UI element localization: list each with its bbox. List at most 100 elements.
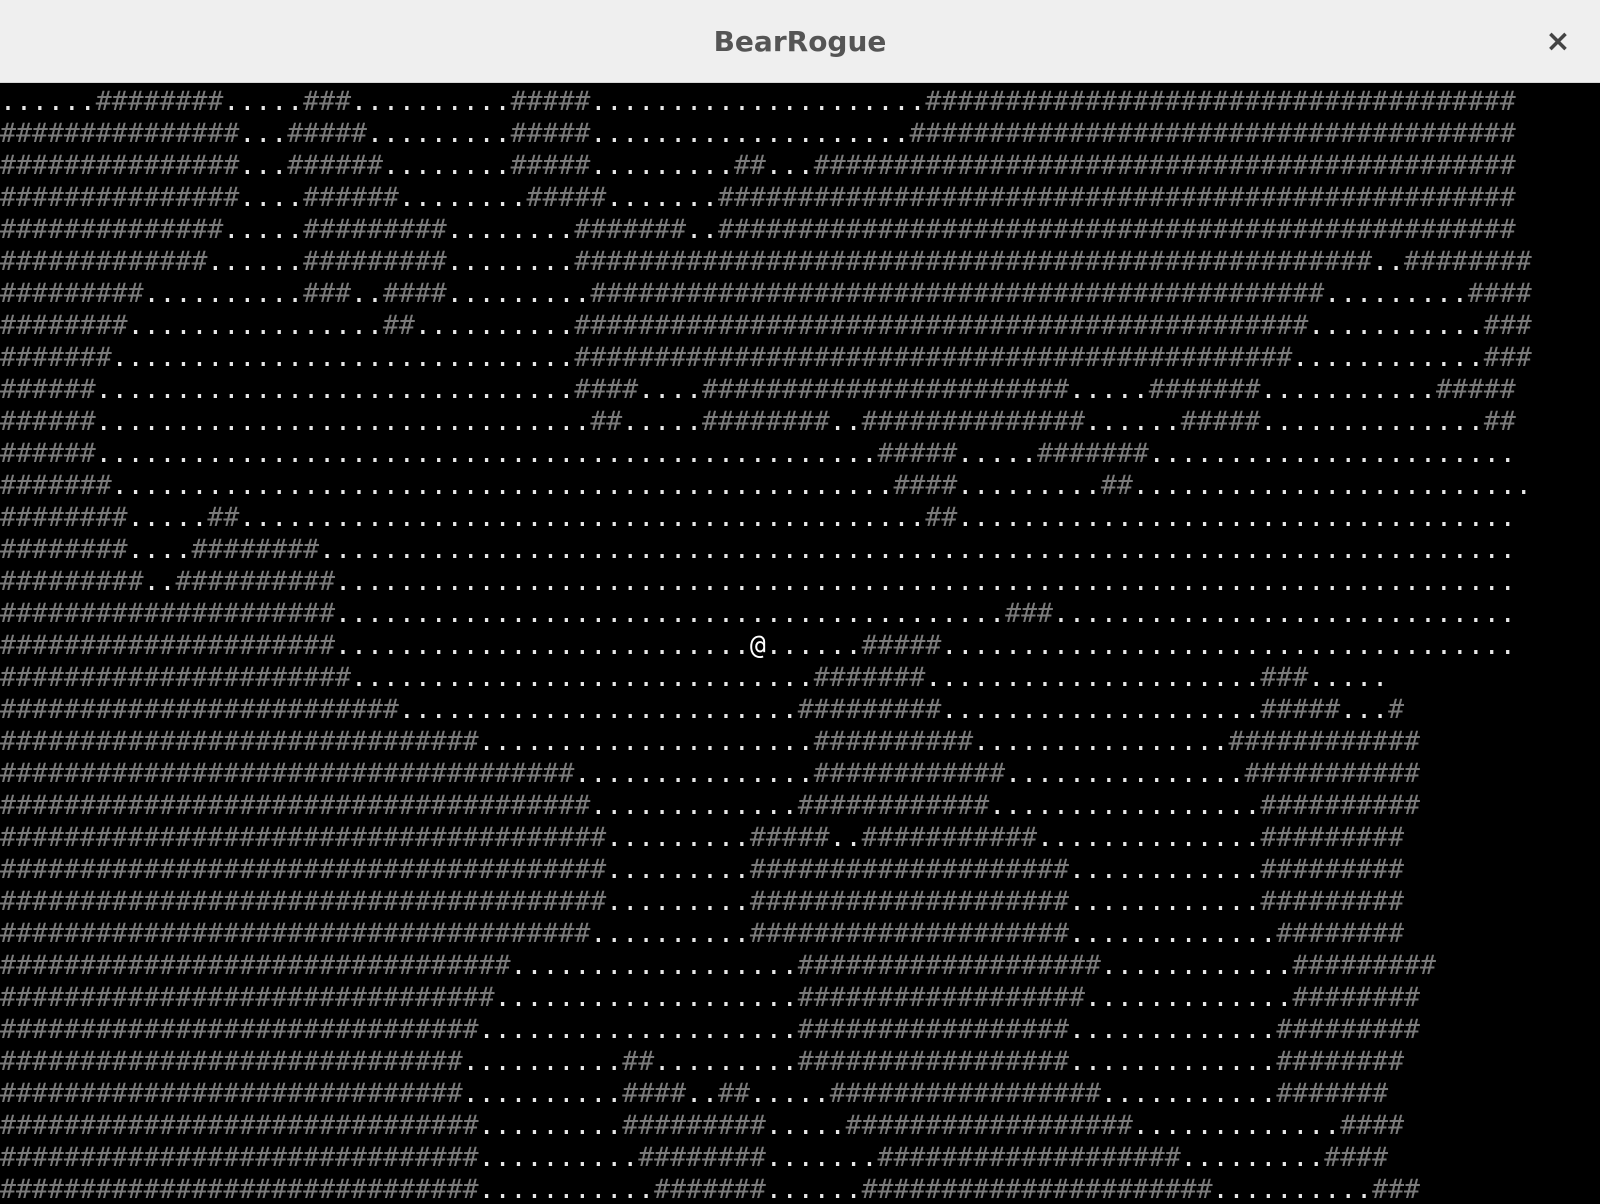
wall-tiles: #### (893, 470, 958, 501)
wall-tiles: ############ (813, 758, 1006, 789)
wall-tiles: ##### (877, 438, 958, 469)
floor-tiles: ....................... (1148, 438, 1516, 469)
wall-tiles: ##################### (0, 630, 336, 661)
wall-tiles: ######## (638, 1142, 766, 1173)
map-row: ########....########....................… (0, 534, 1600, 566)
wall-tiles: ######## (1292, 982, 1420, 1013)
wall-tiles: ######## (0, 502, 128, 533)
wall-tiles: ## (925, 502, 958, 533)
game-map: ......########.....###..........#####...… (0, 86, 1600, 1204)
wall-tiles: ############################### (0, 982, 495, 1013)
map-row: ######################################..… (0, 886, 1600, 918)
wall-tiles: ##### (749, 822, 830, 853)
wall-tiles: ###### (0, 374, 96, 405)
floor-tiles: .. (143, 566, 176, 597)
wall-tiles: ###################################### (0, 886, 607, 917)
wall-tiles: ##################################### (0, 790, 591, 821)
map-row: ######################################..… (0, 822, 1600, 854)
wall-tiles: ############### (0, 118, 240, 149)
floor-tiles: ........................................… (95, 438, 878, 469)
wall-tiles: ######################### (0, 694, 399, 725)
floor-tiles: .. (829, 406, 862, 437)
wall-tiles: ######### (0, 278, 144, 309)
map-row: ######..............................####… (0, 374, 1600, 406)
floor-tiles: ............ (1100, 950, 1293, 981)
floor-tiles: ... (239, 118, 288, 149)
wall-tiles: ################## (845, 1110, 1133, 1141)
floor-tiles: ......... (957, 470, 1101, 501)
wall-tiles: ######## (1404, 246, 1532, 277)
wall-tiles: #################################### (0, 758, 575, 789)
wall-tiles: ## (207, 502, 240, 533)
wall-tiles: ###################### (861, 1174, 1213, 1204)
wall-tiles: ######## (95, 86, 224, 117)
floor-tiles: ........................................… (335, 598, 1006, 629)
floor-tiles: ...... (0, 86, 96, 117)
floor-tiles: .................................... (941, 630, 1516, 661)
floor-tiles: ............ (1068, 886, 1261, 917)
map-row: #######.................................… (0, 470, 1600, 502)
floor-tiles: ..... (223, 86, 304, 117)
wall-tiles: ######### (0, 566, 144, 597)
wall-tiles: ####### (1148, 374, 1261, 405)
wall-tiles: ########################################… (813, 150, 1516, 181)
wall-tiles: ##################################### (0, 918, 591, 949)
floor-tiles: .............. (1037, 822, 1261, 853)
floor-tiles: ... (1340, 694, 1389, 725)
floor-tiles: .......... (351, 86, 511, 117)
wall-tiles: #################### (749, 918, 1069, 949)
map-row: ###############....######........#####..… (0, 182, 1600, 214)
floor-tiles: ....... (765, 1142, 878, 1173)
wall-tiles: ############## (0, 214, 224, 245)
wall-tiles: ##################################### (925, 86, 1516, 117)
floor-tiles: ........... (1260, 374, 1436, 405)
floor-tiles: .......................... (335, 630, 750, 661)
wall-tiles: ######## (1276, 1046, 1405, 1077)
close-icon[interactable]: × (1538, 22, 1578, 62)
floor-tiles: ..... (127, 502, 208, 533)
wall-tiles: #### (382, 278, 447, 309)
map-row: ##############################..........… (0, 1174, 1600, 1204)
wall-tiles: ########################################… (574, 342, 1293, 373)
wall-tiles: ########################################… (574, 310, 1309, 341)
floor-tiles: ........ (446, 246, 575, 277)
wall-tiles: ############## (861, 406, 1085, 437)
floor-tiles: .... (638, 374, 703, 405)
floor-tiles: ......... (606, 822, 750, 853)
wall-tiles: #################### (749, 854, 1069, 885)
floor-tiles: ............................. (351, 662, 814, 693)
wall-tiles: ### (1005, 598, 1054, 629)
wall-tiles: ###################################### (909, 118, 1516, 149)
map-row: #####################################...… (0, 790, 1600, 822)
floor-tiles: .. (686, 214, 718, 245)
floor-tiles: ............... (1005, 758, 1245, 789)
wall-tiles: ####### (574, 214, 687, 245)
map-row: #############......#########........####… (0, 246, 1600, 278)
floor-tiles: ............. (1132, 1110, 1341, 1141)
floor-tiles: ........................................… (239, 502, 926, 533)
wall-tiles: ######## (702, 406, 830, 437)
wall-tiles: ####### (813, 662, 926, 693)
floor-tiles: .......... (414, 310, 575, 341)
map-row: ######...............................##.… (0, 406, 1600, 438)
wall-tiles: #################### (749, 886, 1069, 917)
wall-tiles: ################### (877, 1142, 1181, 1173)
wall-tiles: ############### (0, 182, 240, 213)
map-row: #####################...................… (0, 598, 1600, 630)
floor-tiles: ................. (989, 790, 1261, 821)
window-title: BearRogue (713, 25, 887, 58)
wall-tiles: ####### (0, 470, 112, 501)
wall-tiles: ####################### (702, 374, 1069, 405)
floor-tiles: ............................... (95, 406, 591, 437)
wall-tiles: ############ (1228, 726, 1420, 757)
map-row: ##############################..........… (0, 1142, 1600, 1174)
floor-tiles: ......... (478, 1110, 623, 1141)
floor-tiles: ......................... (398, 694, 798, 725)
wall-tiles: ##### (526, 182, 607, 213)
wall-tiles: ########### (861, 822, 1038, 853)
wall-tiles: ## (1483, 406, 1516, 437)
floor-tiles: ............ (1068, 854, 1261, 885)
wall-tiles: ########## (813, 726, 974, 757)
floor-tiles: .. (686, 1078, 718, 1109)
wall-tiles: #### (1324, 1142, 1389, 1173)
